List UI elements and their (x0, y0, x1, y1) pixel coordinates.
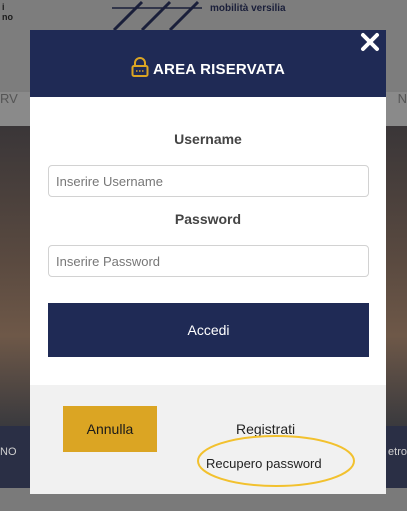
background-strip-right: etro (388, 446, 407, 458)
modal-title: AREA RISERVATA (153, 61, 285, 78)
password-input[interactable] (48, 245, 369, 277)
close-icon[interactable] (360, 32, 380, 52)
cancel-button[interactable]: Annulla (63, 406, 157, 452)
modal-footer: Annulla Registrati Recupero password (30, 385, 386, 494)
lock-icon (131, 57, 149, 77)
background-strip-left: NO (0, 446, 17, 458)
background-logo-line: no (2, 12, 13, 22)
recover-password-link[interactable]: Recupero password (206, 456, 322, 471)
logo-stripes-icon (112, 0, 202, 30)
password-label: Password (174, 211, 242, 227)
background-nav-left: RV (0, 91, 18, 106)
username-input[interactable] (48, 165, 369, 197)
register-link[interactable]: Registrati (236, 421, 295, 437)
modal-header: AREA RISERVATA (30, 30, 386, 97)
background-logo-line: i (2, 2, 5, 12)
login-button[interactable]: Accedi (48, 303, 369, 357)
background-logo-text: mobilità versilia (210, 3, 286, 14)
username-label: Username (174, 131, 242, 147)
background-nav-right: N (397, 91, 407, 106)
modal-title-row: AREA RISERVATA (30, 57, 386, 78)
login-form: Username Password Accedi (30, 97, 386, 385)
background-logo-left: i no (2, 2, 13, 22)
login-modal: AREA RISERVATA Username Password Accedi … (30, 30, 386, 494)
